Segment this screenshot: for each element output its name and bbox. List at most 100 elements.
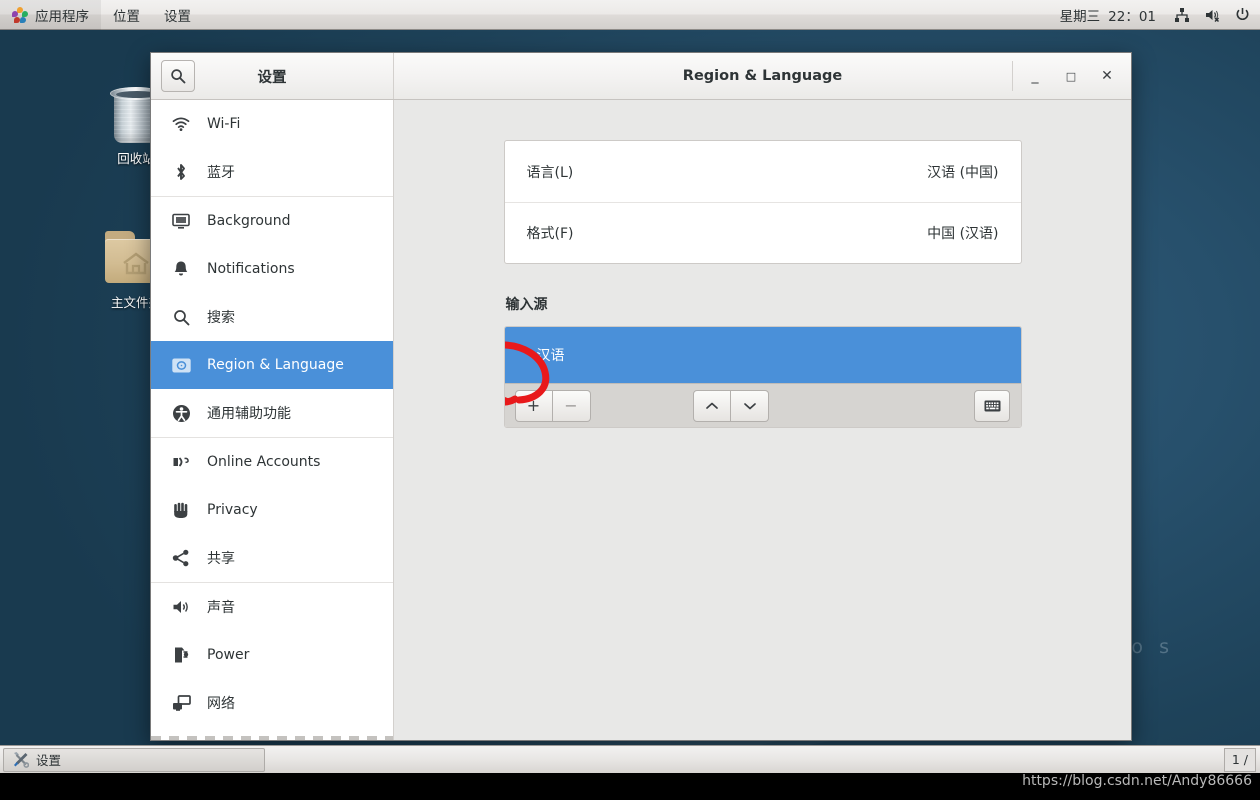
- window-controls: _ □ ✕: [1012, 61, 1125, 91]
- search-button[interactable]: [161, 60, 195, 92]
- panel-status-area: 星期三 22：01: [1054, 5, 1260, 25]
- sidebar-item-bluetooth[interactable]: 蓝牙: [151, 148, 393, 196]
- sidebar-item-wifi[interactable]: Wi-Fi: [151, 100, 393, 148]
- search-icon: [171, 307, 191, 327]
- sidebar-item-label: 通用辅助功能: [207, 406, 291, 422]
- sidebar-item-background[interactable]: Background: [151, 197, 393, 245]
- input-sources-box: 汉语 + −: [503, 326, 1022, 428]
- network-icon[interactable]: [1172, 5, 1192, 25]
- power-icon[interactable]: [1232, 5, 1252, 25]
- settings-wrench-icon: [12, 751, 30, 768]
- settings-window: 设置 Region & Language _ □ ✕ Wi-Fi 蓝牙 Back…: [150, 52, 1132, 741]
- top-panel: 应用程序 位置 设置 星期三 22：01: [0, 0, 1260, 30]
- language-format-card: 语言(L) 汉语 (中国) 格式(F) 中国 (汉语): [503, 140, 1022, 264]
- panel-menu-settings[interactable]: 设置: [152, 0, 203, 30]
- chevron-down-icon: [743, 402, 756, 409]
- sidebar-item-label: Notifications: [207, 261, 295, 277]
- volume-muted-icon[interactable]: [1202, 5, 1222, 25]
- move-down-button[interactable]: [731, 389, 770, 422]
- titlebar-right: Region & Language _ □ ✕: [394, 53, 1131, 99]
- online-accounts-icon: [171, 452, 191, 472]
- panel-menu-places[interactable]: 位置: [101, 0, 152, 30]
- taskbar: 设置 1 /: [0, 745, 1260, 773]
- sidebar-item-sharing[interactable]: 共享: [151, 534, 393, 582]
- sidebar-item-accessibility[interactable]: 通用辅助功能: [151, 389, 393, 437]
- input-sources-list: 汉语: [504, 327, 1021, 383]
- panel-menu-label: 应用程序: [35, 8, 89, 25]
- sidebar-item-online-accounts[interactable]: Online Accounts: [151, 438, 393, 486]
- taskbar-task-settings[interactable]: 设置: [3, 747, 265, 772]
- sidebar-item-label: 蓝牙: [207, 165, 235, 181]
- language-label: 语言(L): [526, 164, 574, 181]
- remove-input-source-button[interactable]: −: [552, 389, 591, 422]
- sidebar-item-label: Wi-Fi: [207, 116, 241, 132]
- power-plug-icon: [171, 645, 191, 665]
- keyboard-layout-button[interactable]: [974, 389, 1011, 422]
- sidebar-item-label: Background: [207, 213, 291, 229]
- sidebar-item-label: 声音: [207, 600, 235, 616]
- accessibility-icon: [171, 403, 191, 423]
- sidebar-item-label: Region & Language: [207, 357, 344, 373]
- wallpaper-text: o s: [1131, 636, 1174, 658]
- language-value: 汉语 (中国): [927, 164, 999, 181]
- keyboard-settings-group: [974, 389, 1011, 422]
- house-glyph: [123, 252, 149, 275]
- clock-weekday: 星期三: [1059, 8, 1101, 25]
- sidebar-item-region-language[interactable]: Region & Language: [151, 341, 393, 389]
- list-item[interactable]: 汉语: [505, 327, 1021, 383]
- sidebar-item-label: 网络: [207, 696, 235, 712]
- region-language-panel: 语言(L) 汉语 (中国) 格式(F) 中国 (汉语) 输入源 汉语 + −: [503, 140, 1022, 428]
- taskbar-task-label: 设置: [36, 753, 62, 768]
- display-icon: [171, 211, 191, 231]
- panel-menu-label: 设置: [164, 8, 191, 25]
- sidebar-item-label: Online Accounts: [207, 454, 321, 470]
- clock-time: 22：01: [1108, 8, 1156, 25]
- gnome-foot-icon: [12, 6, 28, 23]
- window-titlebar: 设置 Region & Language _ □ ✕: [151, 53, 1131, 100]
- panel-clock[interactable]: 星期三 22：01: [1054, 5, 1162, 25]
- sidebar-item-network[interactable]: 网络: [151, 679, 393, 727]
- region-language-icon: [171, 355, 191, 375]
- sidebar: Wi-Fi 蓝牙 Background Notifications 搜索 Reg…: [151, 100, 394, 740]
- format-label: 格式(F): [526, 226, 574, 242]
- format-row[interactable]: 格式(F) 中国 (汉语): [504, 202, 1021, 263]
- bluetooth-icon: [171, 162, 191, 182]
- sidebar-item-label: 共享: [207, 551, 235, 567]
- move-up-button[interactable]: [693, 389, 732, 422]
- add-input-source-button[interactable]: +: [514, 389, 553, 422]
- speaker-icon: [171, 597, 191, 617]
- titlebar-left: 设置: [151, 53, 394, 99]
- network-wired-icon: [171, 693, 191, 713]
- sidebar-item-notifications[interactable]: Notifications: [151, 245, 393, 293]
- chevron-up-icon: [706, 402, 719, 409]
- keyboard-icon: [984, 400, 1001, 411]
- wifi-icon: [171, 114, 191, 134]
- sidebar-item-sound[interactable]: 声音: [151, 583, 393, 631]
- panel-menu-label: 位置: [113, 8, 140, 25]
- watermark: https://blog.csdn.net/Andy86666: [1022, 773, 1252, 789]
- input-sources-toolbar: + −: [504, 341, 1021, 427]
- sidebar-item-privacy[interactable]: Privacy: [151, 486, 393, 534]
- sidebar-item-label: Privacy: [207, 502, 258, 518]
- minimize-button[interactable]: _: [1017, 59, 1053, 93]
- format-value: 中国 (汉语): [927, 226, 999, 242]
- input-sources-title: 输入源: [505, 297, 548, 313]
- search-icon: [171, 69, 186, 84]
- sidebar-item-power[interactable]: Power: [151, 631, 393, 679]
- close-button[interactable]: ✕: [1089, 59, 1125, 93]
- hand-icon: [171, 500, 191, 520]
- workspace-switcher[interactable]: 1 /: [1223, 747, 1256, 772]
- window-body: Wi-Fi 蓝牙 Background Notifications 搜索 Reg…: [151, 100, 1131, 740]
- sidebar-item-search[interactable]: 搜索: [151, 293, 393, 341]
- bell-icon: [171, 259, 191, 279]
- share-icon: [171, 548, 191, 568]
- language-row[interactable]: 语言(L) 汉语 (中国): [505, 141, 1021, 202]
- reorder-buttons: [693, 389, 770, 422]
- content-area: 语言(L) 汉语 (中国) 格式(F) 中国 (汉语) 输入源 汉语 + −: [394, 100, 1131, 740]
- panel-menu-applications[interactable]: 应用程序: [0, 0, 101, 30]
- maximize-button[interactable]: □: [1053, 59, 1089, 93]
- sidebar-item-label: Power: [207, 647, 250, 663]
- input-source-label: 汉语: [536, 348, 565, 364]
- sidebar-item-label: 搜索: [207, 310, 235, 326]
- sidebar-bottom-edge: [151, 736, 393, 740]
